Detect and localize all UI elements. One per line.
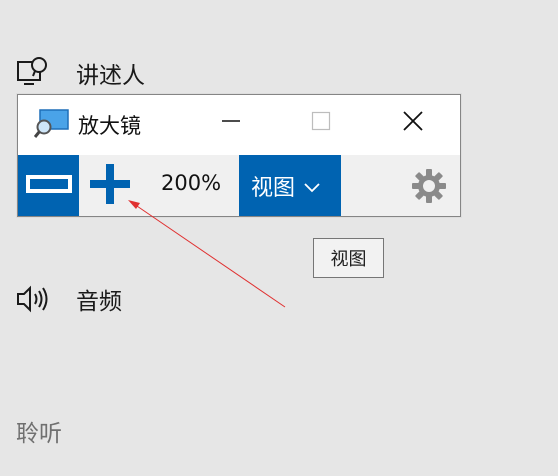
- magnifier-window: 放大镜 200% 视图: [17, 94, 461, 217]
- gear-icon[interactable]: [410, 167, 448, 205]
- minimize-icon: [221, 111, 241, 135]
- magnifier-toolbar: 200% 视图: [18, 155, 460, 216]
- maximize-icon: [311, 111, 331, 135]
- view-tooltip: 视图: [313, 238, 384, 278]
- close-button[interactable]: [390, 95, 436, 151]
- plus-icon: [88, 162, 132, 210]
- title-bar[interactable]: 放大镜: [18, 95, 460, 155]
- narrator-item[interactable]: 讲述人: [16, 56, 145, 90]
- chevron-down-icon: [303, 178, 321, 197]
- minus-icon: [25, 173, 72, 199]
- zoom-in-button[interactable]: [84, 155, 136, 216]
- magnifier-icon: [33, 109, 70, 139]
- settings-window-background: 讲述人 颜色 音频 聆听 放大镜: [0, 0, 558, 476]
- audio-item[interactable]: 音频: [16, 282, 122, 316]
- speaker-icon: [16, 282, 50, 316]
- view-dropdown-button[interactable]: 视图: [239, 155, 341, 216]
- minimize-button[interactable]: [208, 95, 254, 151]
- section-heading-hearing: 聆听: [16, 421, 62, 447]
- view-label: 视图: [251, 175, 296, 201]
- zoom-out-button[interactable]: [18, 155, 79, 216]
- window-title: 放大镜: [78, 114, 141, 138]
- audio-label: 音频: [76, 289, 122, 315]
- narrator-label: 讲述人: [76, 63, 145, 89]
- close-icon: [402, 110, 424, 136]
- zoom-level-readout: 200%: [161, 171, 222, 195]
- maximize-button[interactable]: [298, 95, 344, 151]
- narrator-icon: [16, 56, 50, 90]
